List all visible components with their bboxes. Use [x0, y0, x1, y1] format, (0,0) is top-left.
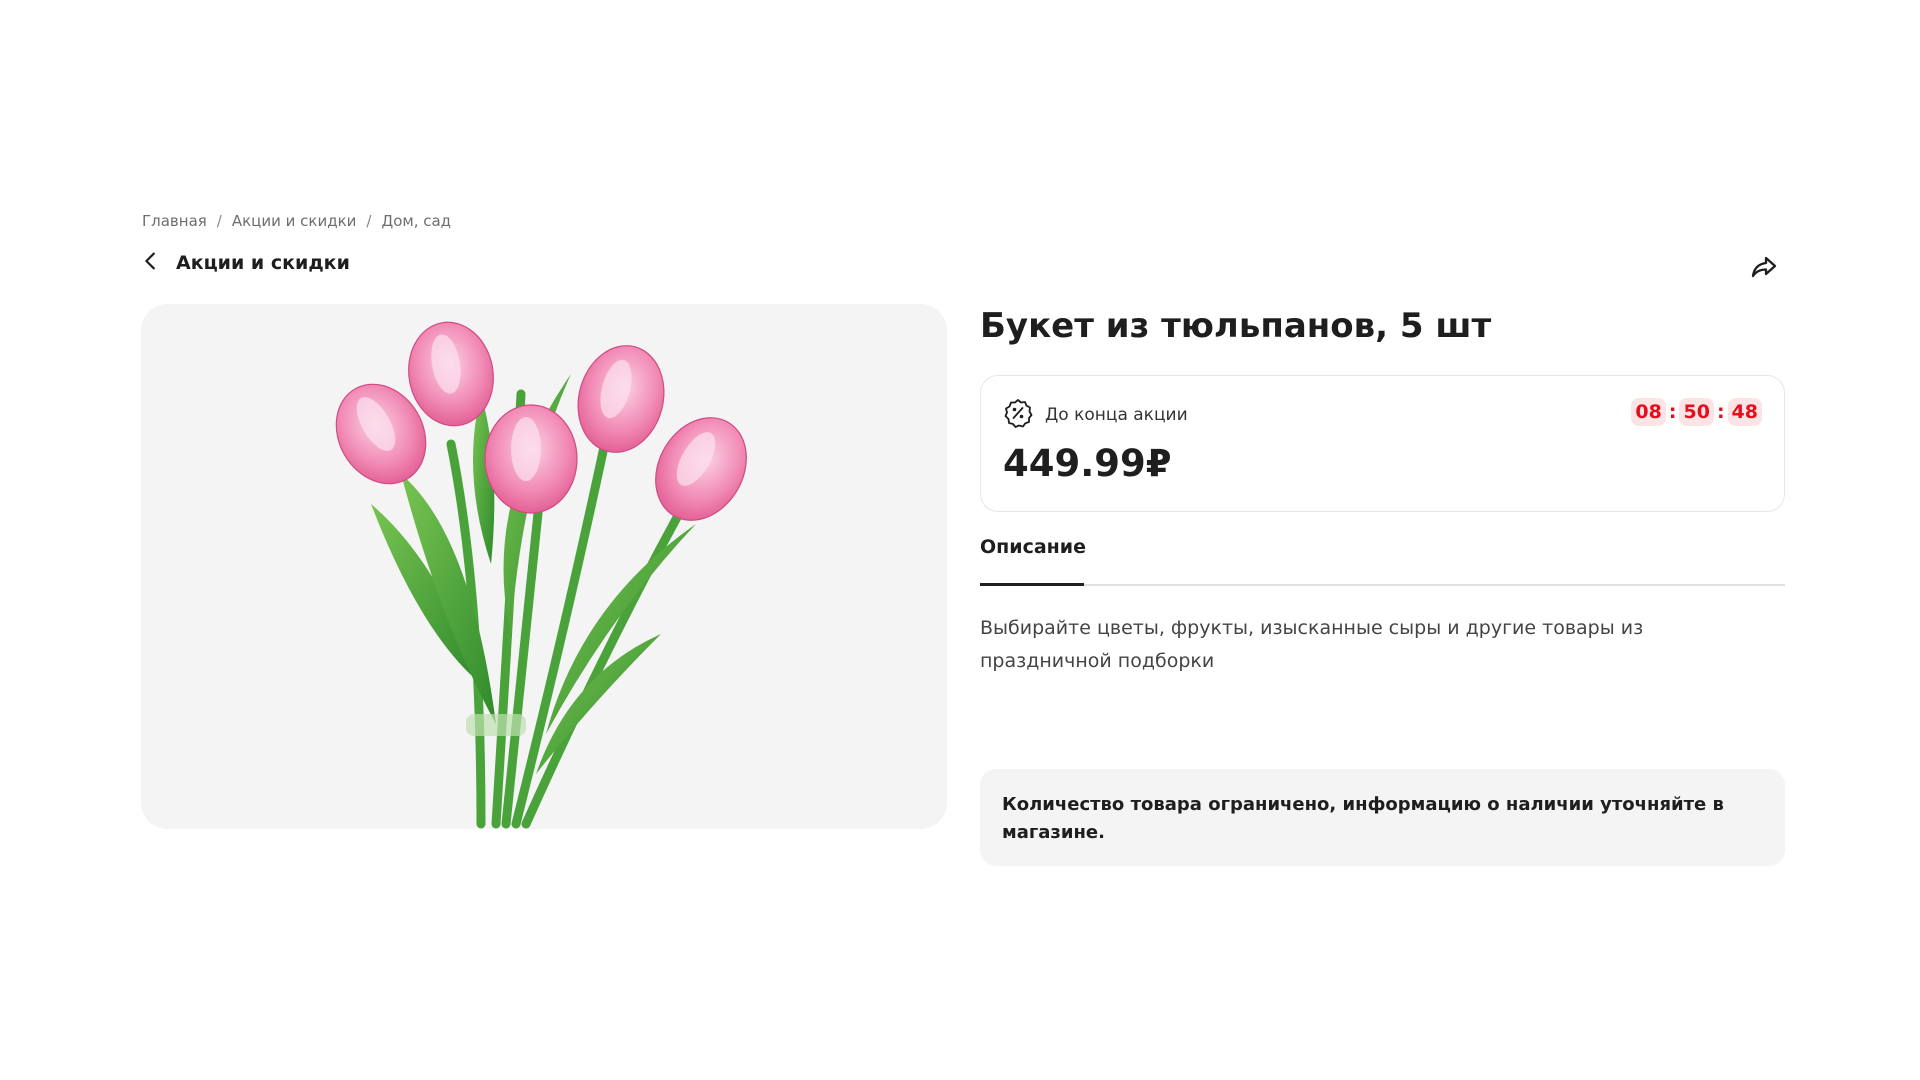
- product-description: Выбирайте цветы, фрукты, изысканные сыры…: [980, 617, 1644, 672]
- chevron-left-icon: [140, 250, 162, 276]
- promo-card: До конца акции 08 : 50 : 48 449.99₽: [980, 375, 1785, 512]
- back-link-label: Акции и скидки: [176, 252, 350, 274]
- timer-minutes: 50: [1679, 398, 1714, 426]
- tulip-bouquet-image: [335, 321, 747, 829]
- promo-header: До конца акции: [1003, 398, 1188, 432]
- share-icon: [1751, 256, 1777, 278]
- product-tabs: Описание: [980, 536, 1785, 586]
- timer-seconds: 48: [1727, 398, 1762, 426]
- stock-notice: Количество товара ограничено, информацию…: [980, 769, 1785, 866]
- active-tab-indicator: [980, 583, 1084, 586]
- tab-description[interactable]: Описание: [980, 536, 1086, 572]
- back-link[interactable]: Акции и скидки: [140, 250, 350, 276]
- tab-description-label: Описание: [980, 536, 1087, 558]
- breadcrumb-separator: /: [366, 212, 372, 230]
- share-button[interactable]: [1748, 251, 1780, 283]
- timer-separator: :: [1668, 401, 1677, 423]
- breadcrumb: Главная / Акции и скидки / Дом, сад: [142, 212, 451, 230]
- breadcrumb-separator: /: [216, 212, 222, 230]
- product-price: 449.99₽: [1003, 442, 1172, 485]
- breadcrumb-item-promotions[interactable]: Акции и скидки: [232, 212, 357, 230]
- product-title: Букет из тюльпанов, 5 шт: [980, 306, 1492, 346]
- countdown-timer: 08 : 50 : 48: [1631, 398, 1762, 426]
- breadcrumb-item-home-garden[interactable]: Дом, сад: [381, 212, 451, 230]
- timer-separator: :: [1716, 401, 1725, 423]
- discount-badge-icon: [1003, 398, 1033, 432]
- promo-countdown-label: До конца акции: [1045, 405, 1188, 425]
- product-image: [141, 304, 947, 829]
- breadcrumb-item-home[interactable]: Главная: [142, 212, 207, 230]
- timer-hours: 08: [1631, 398, 1666, 426]
